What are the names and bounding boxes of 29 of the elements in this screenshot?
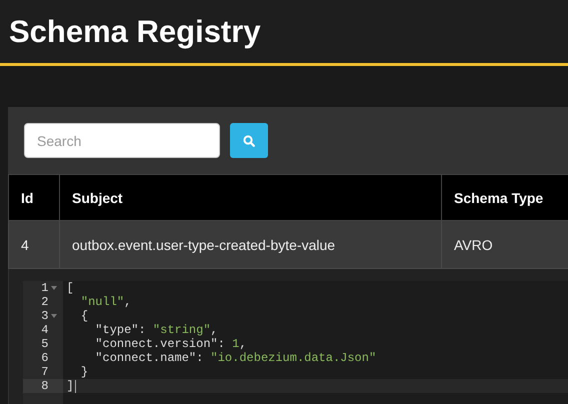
table-cell: 4 (8, 220, 60, 268)
table-cell: outbox.event.user-type-created-byte-value (60, 220, 442, 268)
search-button[interactable] (230, 123, 268, 158)
line-number: 7 (41, 365, 48, 379)
search-field[interactable]: Search (24, 123, 220, 158)
column-header[interactable]: Id (8, 174, 60, 220)
code-editor[interactable]: 1 2 3 4 5 6 7 8 [ "null", { "type": "string", "connect.version": 1, "connect.name": "io.debezium.data.Json" } ] (22, 281, 568, 404)
code-line: "null", (80, 295, 132, 309)
table-row[interactable]: 4 outbox.event.user-type-created-byte-value AVRO (8, 220, 568, 268)
line-number: 3 (41, 309, 48, 323)
code-line: "connect.name": "io.debezium.data.Json" (94, 351, 378, 365)
line-number: 2 (41, 295, 48, 309)
line-number: 4 (41, 323, 48, 337)
code-line: "type": "string", (94, 323, 219, 337)
line-number: 6 (41, 351, 48, 365)
column-header[interactable]: Schema Type (442, 174, 568, 220)
fold-icon[interactable] (50, 314, 56, 318)
code-line: [ (66, 281, 75, 295)
line-number: 5 (41, 337, 48, 351)
page-title: Schema Registry (9, 14, 261, 50)
table-cell: AVRO (442, 220, 568, 268)
column-header[interactable]: Subject (60, 174, 442, 220)
line-number: 8 (41, 379, 48, 393)
search-icon (243, 134, 255, 146)
line-number: 1 (41, 281, 48, 295)
code-line: { (80, 309, 90, 323)
code-line: "connect.version": 1, (94, 337, 248, 351)
fold-icon[interactable] (50, 286, 56, 290)
code-line: } (80, 365, 90, 379)
